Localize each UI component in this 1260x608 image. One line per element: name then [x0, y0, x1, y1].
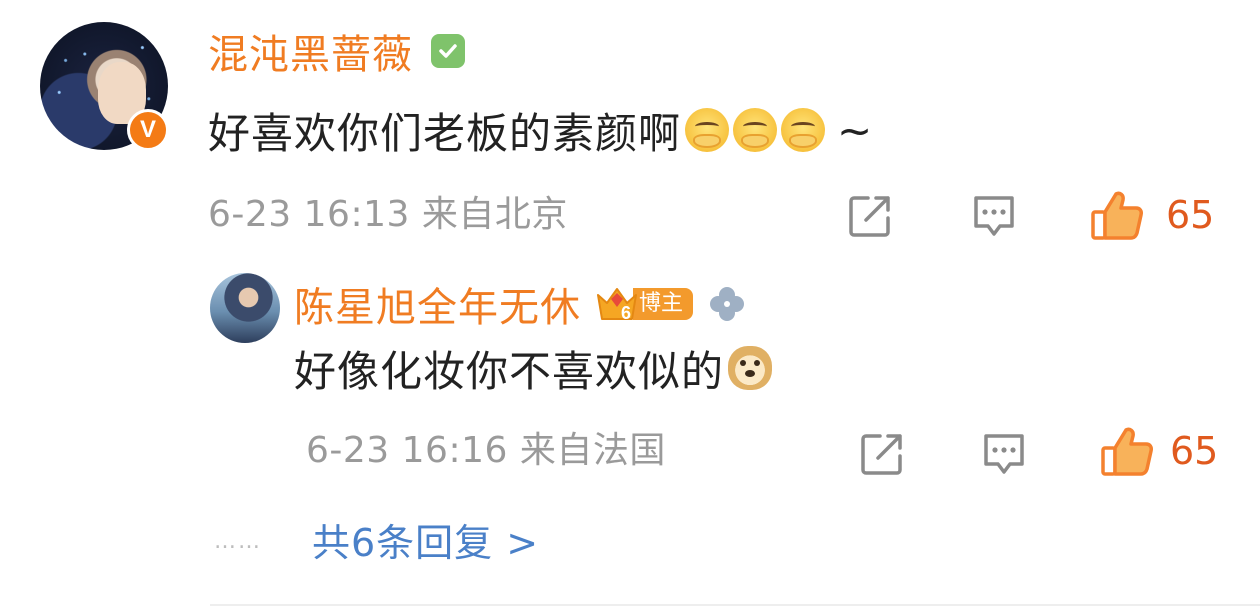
reply-timestamp: 6-23 16:16 来自法国	[306, 430, 666, 471]
comment-timestamp: 6-23 16:13 来自北京	[208, 194, 568, 235]
more-dots: ……	[214, 529, 262, 554]
like-count: 65	[1166, 193, 1215, 237]
reply-header: 陈星旭全年无休 6 博主	[294, 276, 747, 332]
crying-face-emoji-icon	[733, 108, 778, 152]
crying-face-emoji-icon	[685, 108, 730, 152]
fan-badge[interactable]: 6 博主	[595, 285, 694, 323]
reply-like-thumbs-up-icon[interactable]	[1100, 426, 1154, 478]
commenter-username[interactable]: 混沌黑蔷薇	[208, 22, 413, 80]
reply-share-icon[interactable]	[858, 430, 906, 478]
fan-level-number: 6	[621, 303, 632, 323]
like-thumbs-up-icon[interactable]	[1090, 190, 1144, 242]
crying-face-emoji-icon	[781, 108, 826, 152]
clover-icon	[707, 284, 747, 324]
fan-badge-label: 博主	[633, 288, 694, 320]
reply-comment-icon[interactable]	[980, 430, 1028, 478]
view-all-replies-link[interactable]: 共6条回复 >	[312, 516, 539, 570]
reply-text: 好像化妆你不喜欢似的	[294, 346, 725, 396]
replier-avatar[interactable]	[210, 273, 280, 343]
share-icon[interactable]	[846, 192, 894, 240]
reply-like-count: 65	[1170, 429, 1219, 473]
comment-text-suffix: ~	[837, 105, 874, 155]
crown-level-icon: 6	[595, 285, 639, 323]
doge-emoji-icon	[728, 346, 773, 390]
comment-header: 混沌黑蔷薇	[208, 24, 465, 78]
verified-check-icon	[431, 34, 465, 68]
reply-body: 好像化妆你不喜欢似的	[294, 338, 773, 398]
comment-reply-icon[interactable]	[970, 192, 1018, 240]
replier-username[interactable]: 陈星旭全年无休	[294, 275, 581, 333]
comment-text: 好喜欢你们老板的素颜啊	[208, 108, 682, 158]
comment-body: 好喜欢你们老板的素颜啊 ~	[208, 100, 873, 160]
divider	[210, 604, 1260, 606]
verified-v-badge-icon: V	[127, 109, 169, 151]
